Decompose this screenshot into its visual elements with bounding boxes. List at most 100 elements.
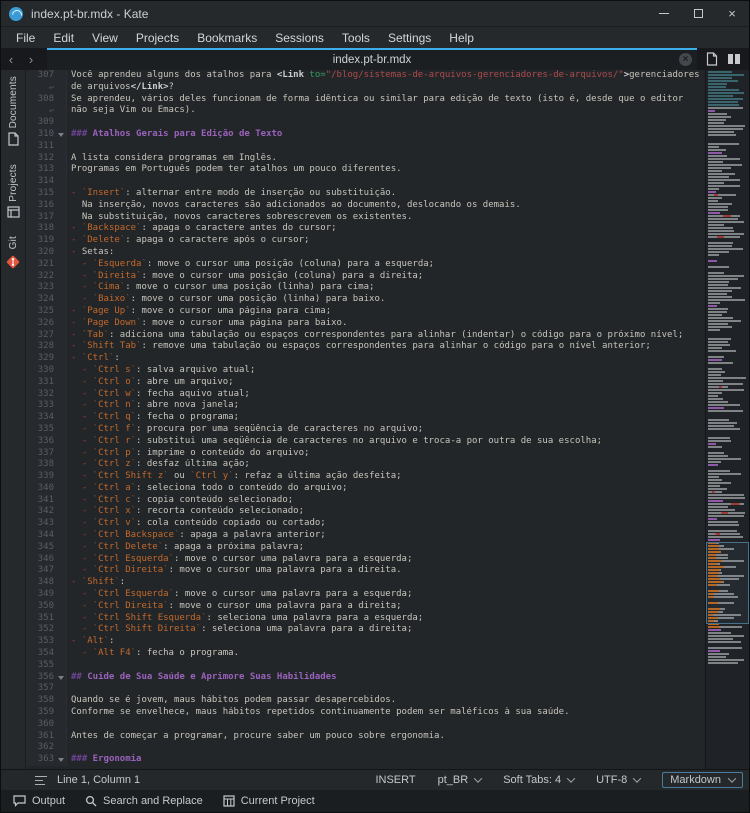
fold-column[interactable]	[56, 341, 67, 354]
tab-active-document[interactable]: index.pt-br.mdx ×	[47, 48, 697, 70]
fold-column[interactable]	[56, 730, 67, 743]
fold-column[interactable]	[56, 199, 67, 212]
menu-view[interactable]: View	[83, 29, 127, 47]
editor-line[interactable]: 331 - `Ctrl o`: abre um arquivo;	[26, 376, 705, 389]
editor-line[interactable]: 319- `Delete`: apaga o caractere após o …	[26, 235, 705, 247]
editor-line[interactable]: 325- `Page Up`: move o cursor uma página…	[26, 305, 705, 318]
editor-line[interactable]: 308 Se aprendeu, vários deles funcionam d…	[26, 93, 705, 106]
editor-line[interactable]: 335 - `Ctrl f`: procura por uma seqüênci…	[26, 423, 705, 436]
input-mode[interactable]: INSERT	[375, 774, 415, 786]
line-number[interactable]: 326	[26, 317, 56, 330]
editor-line[interactable]: 359 Conforme se envelhece, maus hábitos r…	[26, 707, 705, 719]
editor-line[interactable]: 310 ### Atalhos Gerais para Edição de Tex…	[26, 128, 705, 141]
toolview-button-output[interactable]: Output	[13, 795, 65, 807]
fold-column[interactable]	[56, 400, 67, 413]
line-number[interactable]: 321	[26, 258, 56, 271]
editor-line[interactable]: 356 ## Cuide de Sua Saúde e Aprimore Suas…	[26, 671, 705, 684]
menu-tools[interactable]: Tools	[333, 29, 379, 47]
fold-column[interactable]	[56, 459, 67, 472]
fold-arrow-icon[interactable]	[58, 758, 64, 763]
line-number[interactable]: 329	[26, 353, 56, 365]
editor-line[interactable]: 322 - `Direita`: move o cursor uma posiç…	[26, 270, 705, 283]
line-number[interactable]: 309	[26, 117, 56, 129]
editor-line[interactable]: ↩ de arquivos</Link>?	[26, 81, 705, 94]
editor-view[interactable]: 307 Você aprendeu alguns dos atalhos para…	[26, 70, 749, 769]
editor-line[interactable]: 349 - `Ctrl Esquerda`: move o cursor uma…	[26, 589, 705, 601]
line-number[interactable]: 334	[26, 412, 56, 424]
fold-column[interactable]	[56, 294, 67, 306]
line-number[interactable]: 336	[26, 435, 56, 448]
editor-line[interactable]: 320- Setas:	[26, 246, 705, 259]
line-number[interactable]: ↩	[26, 81, 56, 94]
menu-file[interactable]: File	[7, 29, 44, 47]
editor-line[interactable]: 321 - `Esquerda`: move o cursor uma posi…	[26, 258, 705, 271]
fold-column[interactable]	[56, 140, 67, 153]
fold-column[interactable]	[56, 223, 67, 236]
editor-line[interactable]: 323 - `Cima`: move o cursor uma posição …	[26, 282, 705, 295]
fold-column[interactable]	[56, 317, 67, 330]
line-number[interactable]: 359	[26, 707, 56, 719]
line-number[interactable]: 357	[26, 683, 56, 696]
line-number[interactable]: 346	[26, 553, 56, 566]
encoding-select[interactable]: UTF-8	[596, 774, 642, 786]
editor-line[interactable]: 333 - `Ctrl n`: abre nova janela;	[26, 400, 705, 413]
fold-column[interactable]	[56, 270, 67, 283]
editor-line[interactable]: 317 Na substituição, novos caracteres so…	[26, 211, 705, 224]
cursor-position[interactable]: Line 1, Column 1	[57, 774, 140, 786]
line-number[interactable]: 308	[26, 93, 56, 106]
line-number[interactable]: 316	[26, 199, 56, 212]
fold-column[interactable]	[56, 376, 67, 389]
code-area[interactable]: 307 Você aprendeu alguns dos atalhos para…	[26, 70, 705, 769]
toolview-button-search-and-replace[interactable]: Search and Replace	[85, 795, 203, 807]
fold-column[interactable]	[56, 718, 67, 731]
editor-line[interactable]: 347 - `Ctrl Direita`: move o cursor uma …	[26, 565, 705, 578]
line-number[interactable]: 343	[26, 518, 56, 531]
fold-column[interactable]	[56, 589, 67, 601]
editor-line[interactable]: 337 - `Ctrl p`: imprime o conteúdo do ar…	[26, 447, 705, 460]
menu-projects[interactable]: Projects	[127, 29, 188, 47]
indent-select[interactable]: Soft Tabs: 4	[503, 774, 576, 786]
editor-line[interactable]: 358 Quando se é jovem, maus hábitos podem…	[26, 695, 705, 708]
editor-line[interactable]: 328- `Shift Tab`: remove uma tabulação o…	[26, 341, 705, 354]
dictionary-select[interactable]: pt_BR	[438, 774, 483, 786]
editor-line[interactable]: 363 ### Ergonomia	[26, 754, 705, 767]
line-number[interactable]: 331	[26, 376, 56, 389]
line-number[interactable]: 315	[26, 187, 56, 200]
editor-line[interactable]: 336 - `Ctrl r`: substitui uma seqüência …	[26, 435, 705, 448]
fold-column[interactable]	[56, 695, 67, 708]
fold-column[interactable]	[56, 648, 67, 660]
fold-column[interactable]	[56, 187, 67, 200]
editor-line[interactable]: 311	[26, 140, 705, 153]
line-number[interactable]: 325	[26, 305, 56, 318]
fold-column[interactable]	[56, 636, 67, 649]
line-number[interactable]: 317	[26, 211, 56, 224]
editor-line[interactable]: 351 - `Ctrl Shift Esquerda`: seleciona u…	[26, 612, 705, 625]
fold-column[interactable]	[56, 600, 67, 613]
line-number[interactable]: 360	[26, 718, 56, 731]
line-number[interactable]: 320	[26, 246, 56, 259]
line-number[interactable]: 339	[26, 471, 56, 483]
line-number[interactable]: 341	[26, 494, 56, 507]
line-number[interactable]: 307	[26, 70, 56, 82]
line-number[interactable]: 351	[26, 612, 56, 625]
editor-line[interactable]: 326- `Page Down`: move o cursor uma pági…	[26, 317, 705, 330]
line-number[interactable]: 358	[26, 695, 56, 708]
new-document-button[interactable]	[703, 50, 721, 68]
line-number[interactable]: 355	[26, 659, 56, 672]
editor-line[interactable]: 324 - `Baixo`: move o cursor uma posição…	[26, 294, 705, 306]
fold-column[interactable]	[56, 506, 67, 519]
line-number[interactable]: 323	[26, 282, 56, 295]
line-number[interactable]: 342	[26, 506, 56, 519]
line-number[interactable]: 349	[26, 589, 56, 601]
editor-line[interactable]: ↩ não seja Vim ou Emacs).	[26, 105, 705, 118]
line-number[interactable]: 310	[26, 128, 56, 141]
editor-line[interactable]: 329- `Ctrl`:	[26, 353, 705, 365]
editor-line[interactable]: 362	[26, 742, 705, 755]
tab-next-button[interactable]: ›	[21, 48, 41, 70]
fold-arrow-icon[interactable]	[58, 675, 64, 680]
editor-line[interactable]: 353- `Alt`:	[26, 636, 705, 649]
fold-arrow-icon[interactable]	[58, 132, 64, 137]
line-number[interactable]: 332	[26, 388, 56, 401]
fold-column[interactable]	[56, 258, 67, 271]
fold-column[interactable]	[56, 423, 67, 436]
